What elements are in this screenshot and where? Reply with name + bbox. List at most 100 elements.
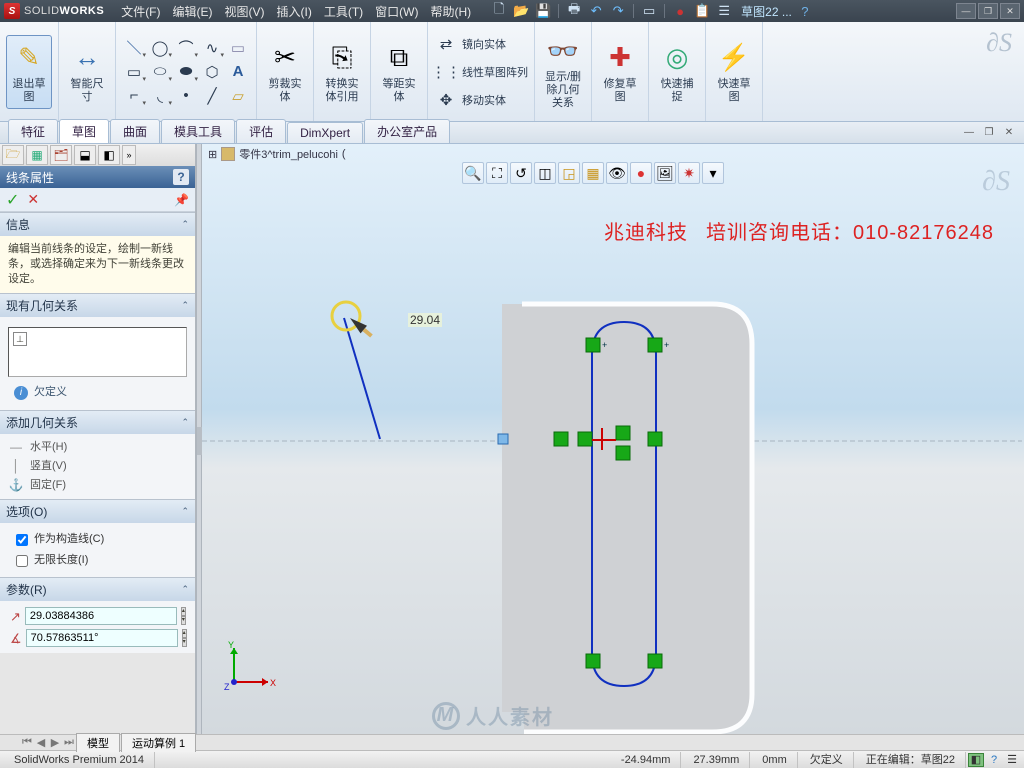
length-input[interactable] [25,607,177,625]
offset-entities-button[interactable]: ⧉ 等距实 体 [377,38,421,106]
minimize-button[interactable]: — [956,3,976,19]
tree-expand-icon[interactable]: ⊞ [208,148,217,161]
property-help-button[interactable]: ? [173,169,189,185]
panel-more-button[interactable]: » [122,145,136,165]
move-entities-button[interactable]: ✥ 移动实体 [434,89,506,111]
new-icon[interactable]: 🗋 [490,2,508,20]
view-settings-icon[interactable]: ✷ [678,162,700,184]
construction-checkbox[interactable]: 作为构造线(C) [8,529,187,550]
length-up-button[interactable]: ▴ [181,607,186,616]
centerline-icon[interactable]: ╱ [200,85,224,107]
vt-next-button[interactable]: ▶ [48,736,62,749]
trim-button[interactable]: ✂ 剪裁实 体 [263,38,307,106]
status-help-icon[interactable]: ? [986,753,1002,767]
spline-icon[interactable]: ∿▾ [200,37,224,59]
vertical-relation-button[interactable]: │竖直(V) [8,457,187,476]
polygon-icon[interactable]: ⬡ [200,61,224,83]
tab-sketch[interactable]: 草图 [59,119,109,143]
menu-insert[interactable]: 插入(I) [272,1,317,22]
ok-button[interactable]: ✓ [6,190,19,210]
zoom-area-icon[interactable]: ⛶ [486,162,508,184]
circle-icon[interactable]: ◯▾ [148,37,172,59]
existing-relations-header[interactable]: 现有几何关系⌃ [0,294,195,317]
select-icon[interactable]: ▭ [640,2,658,20]
display-relations-button[interactable]: 👓 显示/删 除几何 关系 [541,31,585,112]
fix-relation-button[interactable]: ⚓固定(F) [8,476,187,495]
doc-close-button[interactable]: ✕ [1000,127,1018,143]
redo-icon[interactable]: ↷ [609,2,627,20]
rect-dashed-icon[interactable]: ▭ [226,37,250,59]
infinite-length-checkbox[interactable]: 无限长度(I) [8,550,187,571]
tab-features[interactable]: 特征 [8,119,58,143]
rebuild-icon[interactable]: ● [671,2,689,20]
quick-snap-button[interactable]: ◎ 快速捕 捉 [655,38,699,106]
status-options-icon[interactable]: ☰ [1004,753,1020,767]
feature-tree-tab[interactable]: 🗁 [2,145,24,165]
chamfer-icon[interactable]: ◟▾ [148,85,172,107]
close-button[interactable]: ✕ [1000,3,1020,19]
menu-view[interactable]: 视图(V) [220,1,270,22]
menu-window[interactable]: 窗口(W) [370,1,423,22]
ellipse-icon[interactable]: ⬭▾ [148,61,172,83]
point-icon[interactable]: • [174,85,198,107]
save-icon[interactable]: 💾 [534,2,552,20]
smart-dimension-button[interactable]: ↔ 智能尺 寸 [65,38,109,106]
open-icon[interactable]: 📂 [512,2,530,20]
pin-button[interactable]: 📌 [174,193,189,207]
property-manager-tab[interactable]: ▦ [26,145,48,165]
linear-pattern-button[interactable]: ⋮⋮ 线性草图阵列 [434,61,528,83]
options-icon[interactable]: 📋 [693,2,711,20]
options-section-header[interactable]: 选项(O)⌃ [0,500,195,523]
rapid-sketch-button[interactable]: ⚡ 快速草 图 [712,38,756,106]
tab-dimxpert[interactable]: DimXpert [287,122,363,143]
view-more-icon[interactable]: ▾ [702,162,724,184]
prev-view-icon[interactable]: ↺ [510,162,532,184]
tab-office[interactable]: 办公室产品 [364,119,450,143]
angle-input[interactable] [26,629,178,647]
tab-motion-study[interactable]: 运动算例 1 [121,733,196,752]
graphics-area[interactable]: ⊞ 零件3^trim_pelucohi ( 🔍 ⛶ ↺ ◫ ◲ ▦ 👁 ● 🖼 … [202,144,1024,734]
menu-file[interactable]: 文件(F) [116,1,165,22]
length-down-button[interactable]: ▾ [181,616,186,625]
display-manager-tab[interactable]: ◧ [98,145,120,165]
arc-icon[interactable]: ⌒▾ [174,37,198,59]
edit-appearance-icon[interactable]: ● [630,162,652,184]
repair-sketch-button[interactable]: ✚ 修复草 图 [598,38,642,106]
angle-up-button[interactable]: ▴ [182,629,187,638]
doc-minimize-button[interactable]: — [960,127,978,143]
cancel-button[interactable]: ✕ [27,191,39,208]
hide-show-icon[interactable]: 👁 [606,162,628,184]
view-orientation-icon[interactable]: ◲ [558,162,580,184]
settings-icon[interactable]: ☰ [715,2,733,20]
zoom-fit-icon[interactable]: 🔍 [462,162,484,184]
config-manager-tab[interactable]: 🗂 [50,145,72,165]
rectangle-icon[interactable]: ▭▾ [122,61,146,83]
add-relations-header[interactable]: 添加几何关系⌃ [0,411,195,434]
menu-help[interactable]: 帮助(H) [426,1,477,22]
doc-restore-button[interactable]: ❐ [980,127,998,143]
text-icon[interactable]: A [226,61,250,83]
params-section-header[interactable]: 参数(R)⌃ [0,578,195,601]
convert-entities-button[interactable]: ⎘ 转换实 体引用 [320,38,364,106]
tab-mold[interactable]: 模具工具 [161,119,235,143]
tab-evaluate[interactable]: 评估 [236,119,286,143]
menu-tools[interactable]: 工具(T) [319,1,368,22]
restore-button[interactable]: ❐ [978,3,998,19]
vt-prev-button[interactable]: ◀ [34,736,48,749]
tab-model[interactable]: 模型 [76,733,120,752]
dimxpert-tab[interactable]: ⬓ [74,145,96,165]
slot-icon[interactable]: ⬬▾ [174,61,198,83]
display-style-icon[interactable]: ▦ [582,162,604,184]
line-icon[interactable]: ＼▾ [122,37,146,59]
status-units-icon[interactable]: ◧ [968,753,984,767]
search-help-icon[interactable]: ? [796,2,814,20]
horizontal-relation-button[interactable]: —水平(H) [8,438,187,457]
fillet-icon[interactable]: ⌐▾ [122,85,146,107]
vt-first-button[interactable]: ⏮ [20,736,34,749]
apply-scene-icon[interactable]: 🖼 [654,162,676,184]
section-view-icon[interactable]: ◫ [534,162,556,184]
info-section-header[interactable]: 信息⌃ [0,213,195,236]
print-icon[interactable]: 🖶 [565,2,583,20]
undo-icon[interactable]: ↶ [587,2,605,20]
mirror-button[interactable]: ⇄ 镜向实体 [434,33,506,55]
